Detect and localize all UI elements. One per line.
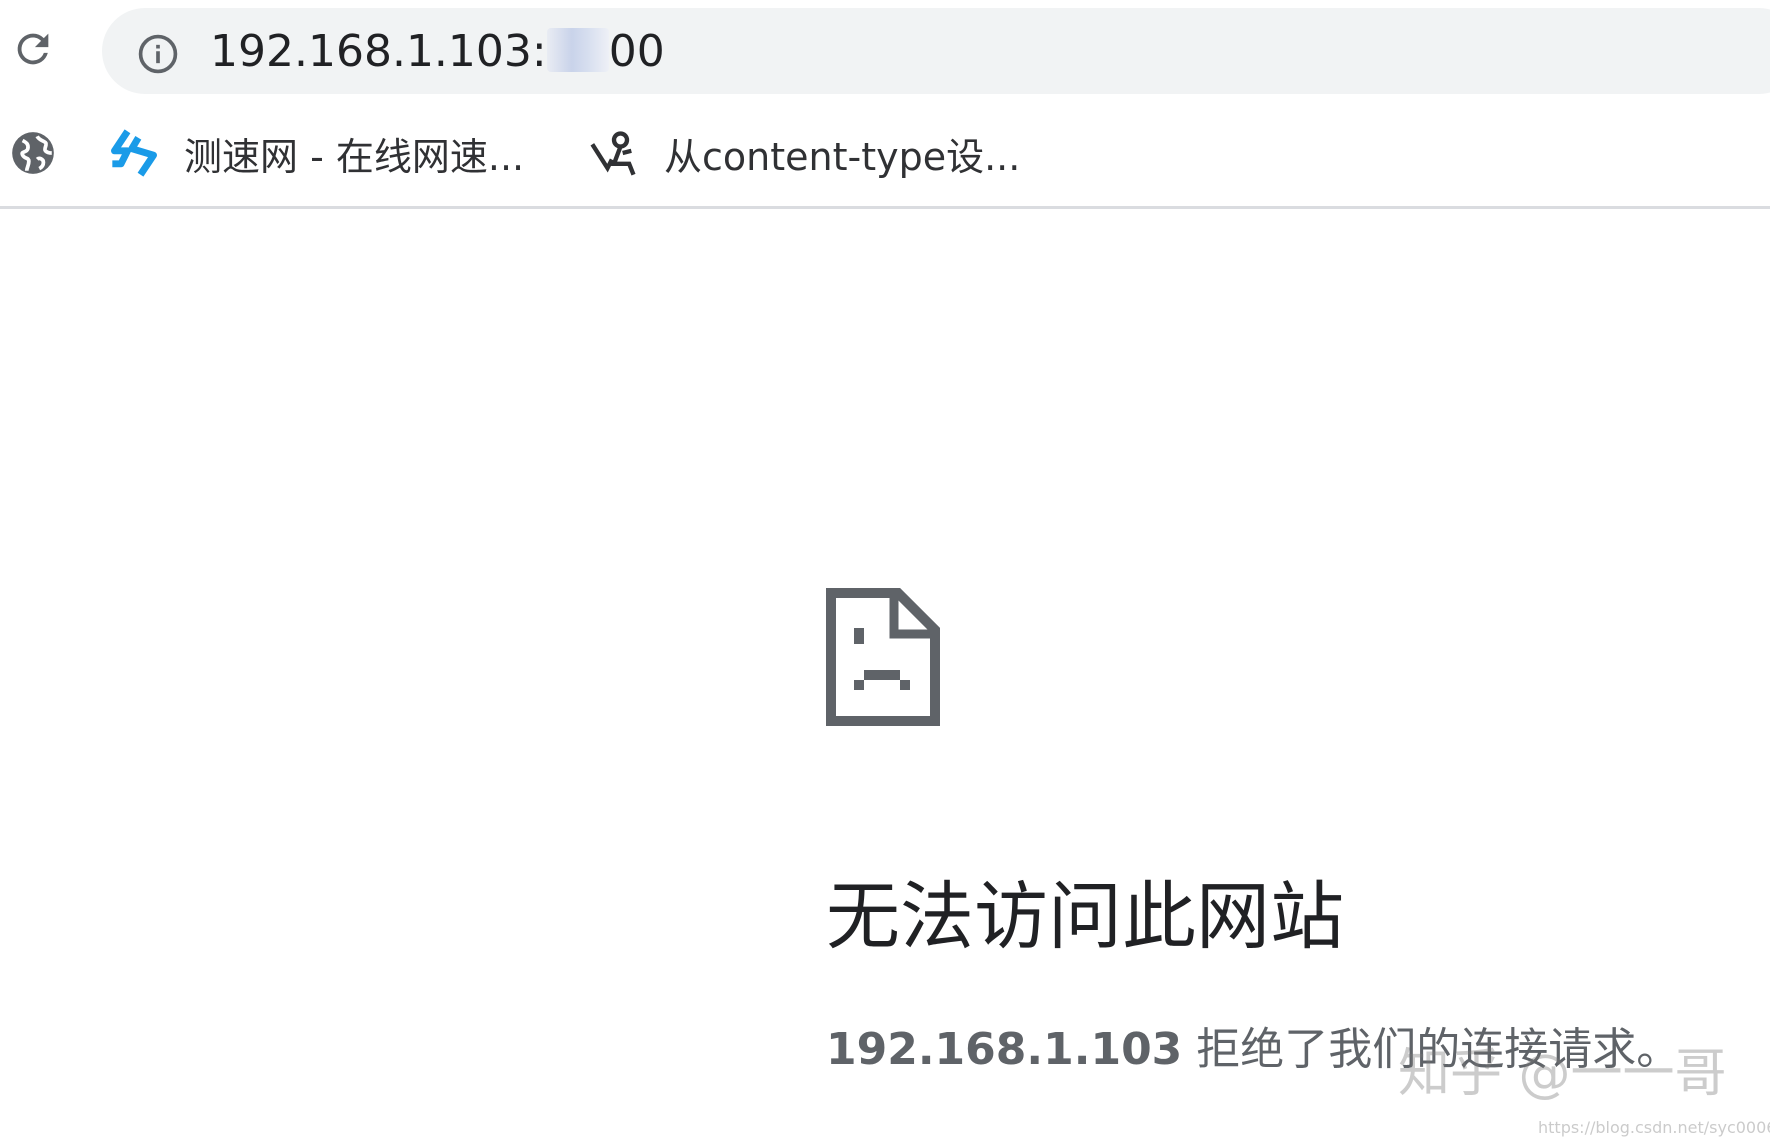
watermark-url: https://blog.csdn.net/syc000666 [1538, 1118, 1770, 1137]
reload-icon [17, 33, 49, 65]
bookmark-content-type-label: 从content-type设... [664, 134, 1021, 179]
info-icon[interactable] [136, 32, 180, 76]
globe-icon [12, 132, 54, 174]
site-logo-icon [590, 131, 636, 176]
error-title: 无法访问此网站 [826, 874, 1344, 960]
bookmarks-bar: 测速网 - 在线网速... 从content-type设... [0, 100, 1770, 209]
url-host: 192.168.1.103: [210, 26, 547, 77]
watermark-text: 知乎 @一一哥 [1398, 1044, 1727, 1104]
url-port-visible: 00 [608, 26, 665, 77]
address-bar[interactable]: 192.168.1.103: 00 [102, 8, 1770, 94]
bookmark-speedtest-label: 测速网 - 在线网速... [184, 134, 525, 179]
speedtest-logo-icon [111, 129, 157, 177]
bookmark-globe[interactable] [8, 100, 58, 206]
error-host: 192.168.1.103 [826, 1024, 1183, 1075]
reload-button[interactable] [8, 24, 58, 74]
sad-page-icon [826, 588, 940, 726]
bookmark-content-type[interactable]: 从content-type设... [588, 100, 1020, 206]
url-port-redaction [546, 28, 609, 72]
bookmark-speedtest[interactable]: 测速网 - 在线网速... [108, 100, 524, 206]
url-text[interactable]: 192.168.1.103: 00 [210, 26, 665, 78]
browser-toolbar: 192.168.1.103: 00 [0, 0, 1770, 100]
